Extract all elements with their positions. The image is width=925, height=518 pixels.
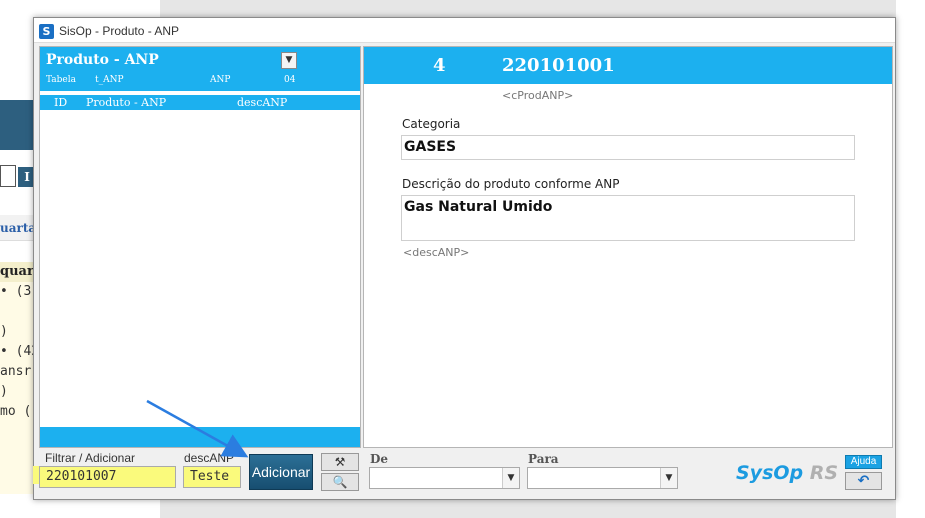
tools-icon: ⚒ xyxy=(334,455,346,469)
ajuda-button[interactable]: Ajuda xyxy=(845,455,882,469)
detail-header: 4 220101001 xyxy=(364,47,892,84)
table-name: t_ANP xyxy=(95,75,124,85)
produto-anp-window: S SisOp - Produto - ANP Produto - ANP ▼ … xyxy=(33,17,896,500)
column-id[interactable]: ID xyxy=(54,96,67,109)
search-document-button[interactable]: 🔍 xyxy=(321,473,359,491)
brand-rs: RS xyxy=(809,462,839,484)
de-label: De xyxy=(370,452,389,466)
filter-input[interactable]: 220101007 xyxy=(39,466,176,488)
undo-icon: ↶ xyxy=(857,473,870,489)
sysop-rs-logo: SysOp RS xyxy=(736,462,838,484)
window-title: SisOp - Produto - ANP xyxy=(59,24,180,38)
tools-button[interactable]: ⚒ xyxy=(321,453,359,471)
list-title: Produto - ANP xyxy=(46,52,159,68)
chevron-down-icon[interactable]: ▼ xyxy=(281,52,297,69)
title-bar[interactable]: S SisOp - Produto - ANP xyxy=(34,18,895,43)
list-column-header: ID Produto - ANP descANP xyxy=(40,95,360,110)
record-number: 4 xyxy=(433,55,446,76)
code-field-tag: <cProdANP> xyxy=(502,89,574,102)
chevron-down-icon[interactable]: ▼ xyxy=(502,468,519,488)
para-label: Para xyxy=(528,452,559,466)
para-select[interactable]: ▼ xyxy=(527,467,678,489)
undo-button[interactable]: ↶ xyxy=(845,472,882,490)
descricao-label: Descrição do produto conforme ANP xyxy=(402,177,620,191)
categoria-field[interactable]: GASES xyxy=(401,135,855,160)
anp-label: ANP xyxy=(210,75,231,85)
adicionar-button[interactable]: Adicionar xyxy=(249,454,313,490)
list-header: Produto - ANP ▼ Tabela t_ANP ANP 04 xyxy=(40,47,360,91)
descricao-field[interactable]: Gas Natural Umido xyxy=(401,195,855,241)
brand-sysop: SysOp xyxy=(736,462,804,484)
search-document-icon: 🔍 xyxy=(332,475,348,489)
product-list-panel: Produto - ANP ▼ Tabela t_ANP ANP 04 ID P… xyxy=(39,46,361,448)
table-label: Tabela xyxy=(46,75,77,85)
record-code: 220101001 xyxy=(502,55,615,76)
screen: { "window": { "title": "SisOp - Produto … xyxy=(0,0,925,518)
desc-field-tag: <descANP> xyxy=(403,246,470,259)
list-footer xyxy=(40,427,360,447)
de-select[interactable]: ▼ xyxy=(369,467,520,489)
column-descanp[interactable]: descANP xyxy=(237,96,287,109)
categoria-label: Categoria xyxy=(402,117,461,131)
highlight-marker xyxy=(33,466,39,484)
chevron-down-icon[interactable]: ▼ xyxy=(660,468,677,488)
filter-label: Filtrar / Adicionar xyxy=(45,451,136,465)
descanp-input[interactable]: Teste xyxy=(183,466,241,488)
descanp-label: descANP xyxy=(184,451,235,465)
background-input[interactable] xyxy=(0,165,16,187)
column-produto-anp[interactable]: Produto - ANP xyxy=(86,96,166,109)
app-logo-icon: S xyxy=(39,24,54,39)
record-count: 04 xyxy=(284,75,296,85)
detail-panel: 4 220101001 <cProdANP> Categoria GASES D… xyxy=(363,46,893,448)
background-desktop-edge xyxy=(896,0,925,518)
